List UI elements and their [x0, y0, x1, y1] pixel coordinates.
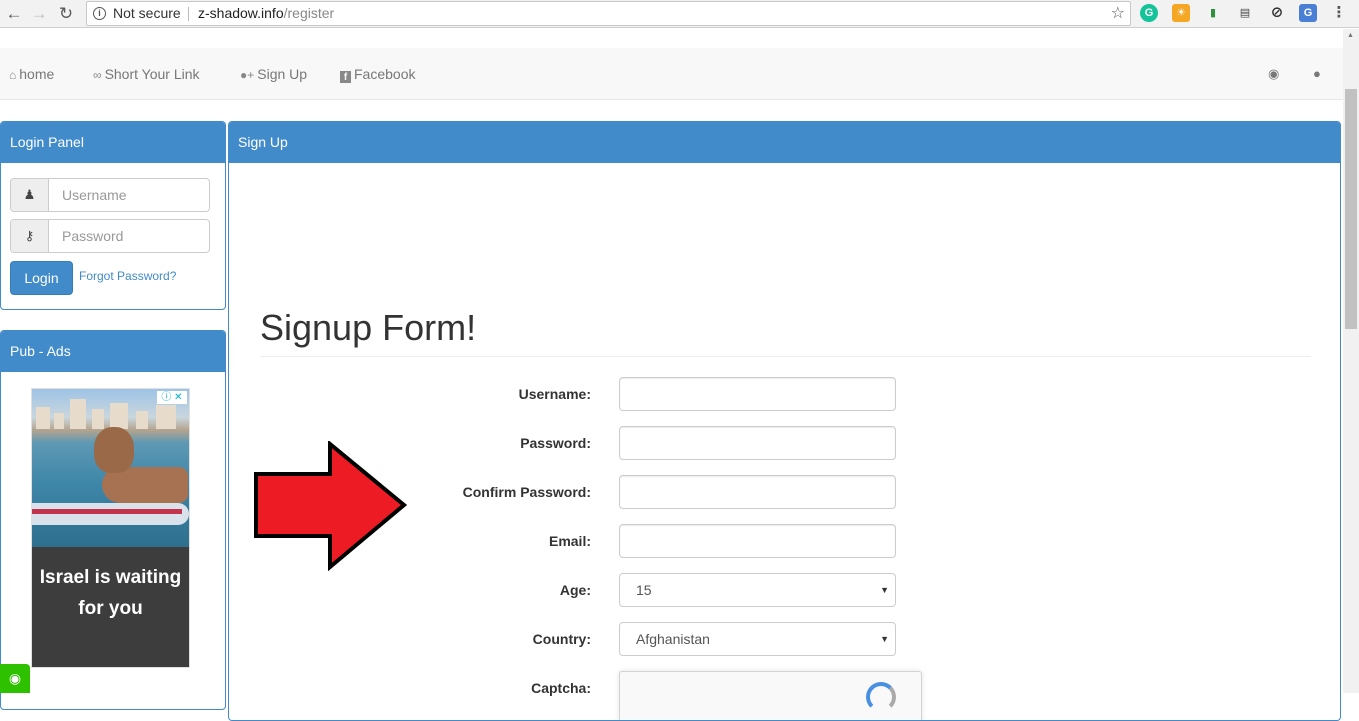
red-arrow-annotation [254, 441, 408, 571]
facebook-icon: f [340, 71, 351, 83]
form-divider [260, 356, 1311, 357]
tint-icon[interactable]: ● [1313, 66, 1321, 81]
ad-building [156, 405, 176, 429]
url-text[interactable]: z-shadow.info/register [198, 2, 334, 25]
email-label: Email: [548, 533, 591, 549]
forgot-password-link[interactable]: Forgot Password? [79, 269, 176, 283]
chart-extension-icon[interactable]: ▮ [1204, 4, 1222, 22]
country-select[interactable]: Afghanistan ▼ [619, 622, 896, 656]
age-select-value: 15 [636, 582, 652, 598]
ad-building [110, 403, 128, 429]
username-input-group: ♟ [10, 178, 210, 212]
advertisement[interactable]: ⓘ ✕ Israel is waiting for you [31, 388, 190, 668]
grammarly-extension-icon[interactable]: G [1140, 4, 1158, 22]
site-navbar: ⌂ home ∞ Short Your Link ●+ Sign Up f Facebo… [0, 48, 1343, 100]
globe-icon[interactable]: ◉ [1268, 66, 1279, 82]
signup-panel-title: Sign Up [229, 122, 1340, 163]
scrollbar-thumb[interactable] [1345, 89, 1357, 329]
country-select-value: Afghanistan [636, 631, 710, 647]
scroll-up-arrow-icon[interactable]: ▲ [1347, 32, 1354, 39]
nav-facebook-link[interactable]: f Facebook [340, 65, 415, 83]
user-plus-icon: ●+ [240, 68, 255, 82]
arrow-shape [254, 441, 408, 571]
chat-bubble-icon[interactable]: ◉ [0, 664, 30, 693]
address-bar[interactable]: i Not secure z-shadow.info/register ☆ [86, 1, 1131, 26]
ads-panel: Pub - Ads ⓘ ✕ Israel is waiting for you [0, 330, 226, 710]
ad-building [92, 409, 104, 429]
link-icon: ∞ [93, 68, 102, 82]
forward-arrow-icon[interactable]: → [28, 3, 50, 25]
username-label: Username: [518, 386, 591, 402]
form-title: Signup Form! [260, 307, 477, 348]
info-icon[interactable]: i [93, 7, 106, 20]
block-extension-icon[interactable]: ⊘ [1268, 4, 1286, 22]
password-input-group: ⚷ [10, 219, 210, 253]
signup-email-input[interactable] [619, 524, 896, 558]
login-panel-title: Login Panel [1, 122, 225, 163]
ad-building [136, 411, 148, 429]
confirm-password-label: Confirm Password: [462, 484, 591, 500]
translate-extension-icon[interactable]: G [1299, 4, 1317, 22]
back-arrow-icon[interactable]: ← [3, 3, 25, 25]
nav-facebook-label: Facebook [354, 66, 416, 82]
login-username-input[interactable] [50, 179, 208, 211]
nav-home-label: home [19, 66, 55, 82]
honey-extension-icon[interactable]: ☀ [1172, 4, 1190, 22]
security-indicator[interactable]: Not secure [113, 2, 181, 25]
nav-signup-label: Sign Up [257, 66, 308, 82]
user-icon: ♟ [11, 179, 49, 211]
nav-home-link[interactable]: ⌂ home [9, 65, 54, 84]
age-select[interactable]: 15 ▼ [619, 573, 896, 607]
nav-short-link[interactable]: ∞ Short Your Link [93, 65, 200, 84]
nav-signup-link[interactable]: ●+ Sign Up [240, 65, 307, 84]
login-button[interactable]: Login [10, 261, 73, 295]
signup-password-input[interactable] [619, 426, 896, 460]
url-host: z-shadow.info [198, 5, 284, 21]
ads-panel-title: Pub - Ads [1, 331, 225, 372]
signup-username-input[interactable] [619, 377, 896, 411]
paint-roller-extension-icon[interactable]: ▤ [1236, 4, 1254, 22]
ad-image: ⓘ ✕ [32, 389, 189, 547]
ad-building [36, 407, 50, 429]
ad-surfboard [32, 503, 189, 525]
chevron-down-icon: ▼ [880, 634, 889, 644]
login-password-input[interactable] [50, 220, 208, 252]
login-panel: Login Panel ♟ ⚷ Login Forgot Password? [0, 121, 226, 310]
signup-panel: Sign Up Signup Form! Username: Password:… [228, 121, 1341, 721]
browser-toolbar: ← → ↻ i Not secure z-shadow.info/registe… [0, 0, 1359, 28]
ad-caption: Israel is waiting for you [32, 547, 189, 667]
nav-short-label: Short Your Link [104, 66, 200, 82]
menu-kebab-icon[interactable]: ⋮ [1330, 4, 1348, 22]
url-path: /register [283, 5, 335, 21]
ad-building [54, 413, 64, 429]
ad-surfboard-stripe [32, 509, 182, 514]
recaptcha-widget[interactable] [619, 671, 922, 720]
page-scrollbar[interactable]: ▲ [1343, 29, 1359, 693]
chevron-down-icon: ▼ [880, 585, 889, 595]
bookmark-star-icon[interactable]: ☆ [1111, 2, 1125, 25]
reload-icon[interactable]: ↻ [55, 3, 77, 25]
age-label: Age: [559, 582, 591, 598]
adchoices-close-icon[interactable]: ⓘ ✕ [157, 391, 187, 404]
address-separator [188, 7, 189, 21]
ad-building [70, 399, 86, 429]
ad-figure-head [94, 427, 134, 473]
home-icon: ⌂ [9, 68, 17, 82]
password-label: Password: [520, 435, 591, 451]
signup-confirm-password-input[interactable] [619, 475, 896, 509]
country-label: Country: [532, 631, 591, 647]
captcha-label: Captcha: [531, 680, 591, 696]
recaptcha-logo-icon [866, 682, 896, 712]
key-icon: ⚷ [11, 220, 49, 252]
